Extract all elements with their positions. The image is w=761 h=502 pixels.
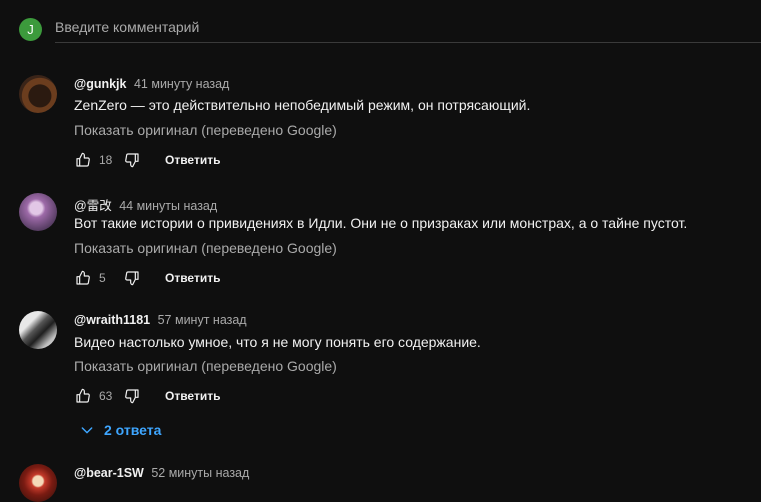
show-replies-button[interactable]: 2 ответа [78,421,161,439]
comment-actions: 5 Ответить [74,268,220,288]
author-name[interactable]: @wraith1181 [74,313,150,327]
comment-input-underline [55,42,761,43]
avatar[interactable] [19,464,57,502]
avatar[interactable] [19,75,57,113]
like-button[interactable] [74,387,92,405]
thumb-down-icon [125,153,139,168]
like-count: 5 [99,271,106,285]
show-original-link[interactable]: Показать оригинал (переведено Google) [74,122,337,138]
comment-header: @gunkjk 41 минуту назад [74,77,229,91]
dislike-button[interactable] [123,387,141,405]
reply-button[interactable]: Ответить [165,271,220,285]
comment-text: Видео настолько умное, что я не могу пон… [74,334,481,350]
reply-button[interactable]: Ответить [165,389,220,403]
thumb-up-icon [76,152,90,167]
thumb-up-icon [76,270,90,285]
chevron-down-icon [78,421,96,439]
comment-header: @wraith1181 57 минут назад [74,313,247,327]
timestamp[interactable]: 57 минут назад [158,313,247,327]
avatar[interactable] [19,193,57,231]
thumb-down-icon [125,389,139,404]
comment-text: ZenZero — это действительно непобедимый … [74,97,531,113]
reply-button[interactable]: Ответить [165,153,220,167]
timestamp[interactable]: 52 минуты назад [151,466,249,480]
timestamp[interactable]: 41 минуту назад [134,77,229,91]
like-count: 63 [99,389,113,403]
comment-composer: J Введите комментарий [0,0,761,44]
thumb-down-icon [125,271,139,286]
like-button[interactable] [74,151,92,169]
comment-actions: 63 Ответить [74,386,220,406]
comment-input[interactable]: Введите комментарий [55,19,199,35]
dislike-button[interactable] [123,151,141,169]
author-name[interactable]: @雷改 [74,199,112,213]
show-original-link[interactable]: Показать оригинал (переведено Google) [74,240,337,256]
comment-actions: 18 Ответить [74,150,220,170]
avatar[interactable] [19,311,57,349]
user-avatar[interactable]: J [19,18,42,41]
thumb-up-icon [76,388,90,403]
like-button[interactable] [74,269,92,287]
timestamp[interactable]: 44 минуты назад [119,199,217,213]
comment-text: Вот такие истории о привидениях в Идли. … [74,215,688,231]
show-original-link[interactable]: Показать оригинал (переведено Google) [74,358,337,374]
replies-count-label: 2 ответа [104,422,162,438]
author-name[interactable]: @gunkjk [74,77,126,91]
comment-header: @雷改 44 минуты назад [74,195,217,214]
author-name[interactable]: @bear-1SW [74,466,144,480]
dislike-button[interactable] [123,269,141,287]
like-count: 18 [99,153,113,167]
comment-header: @bear-1SW 52 минуты назад [74,466,249,480]
